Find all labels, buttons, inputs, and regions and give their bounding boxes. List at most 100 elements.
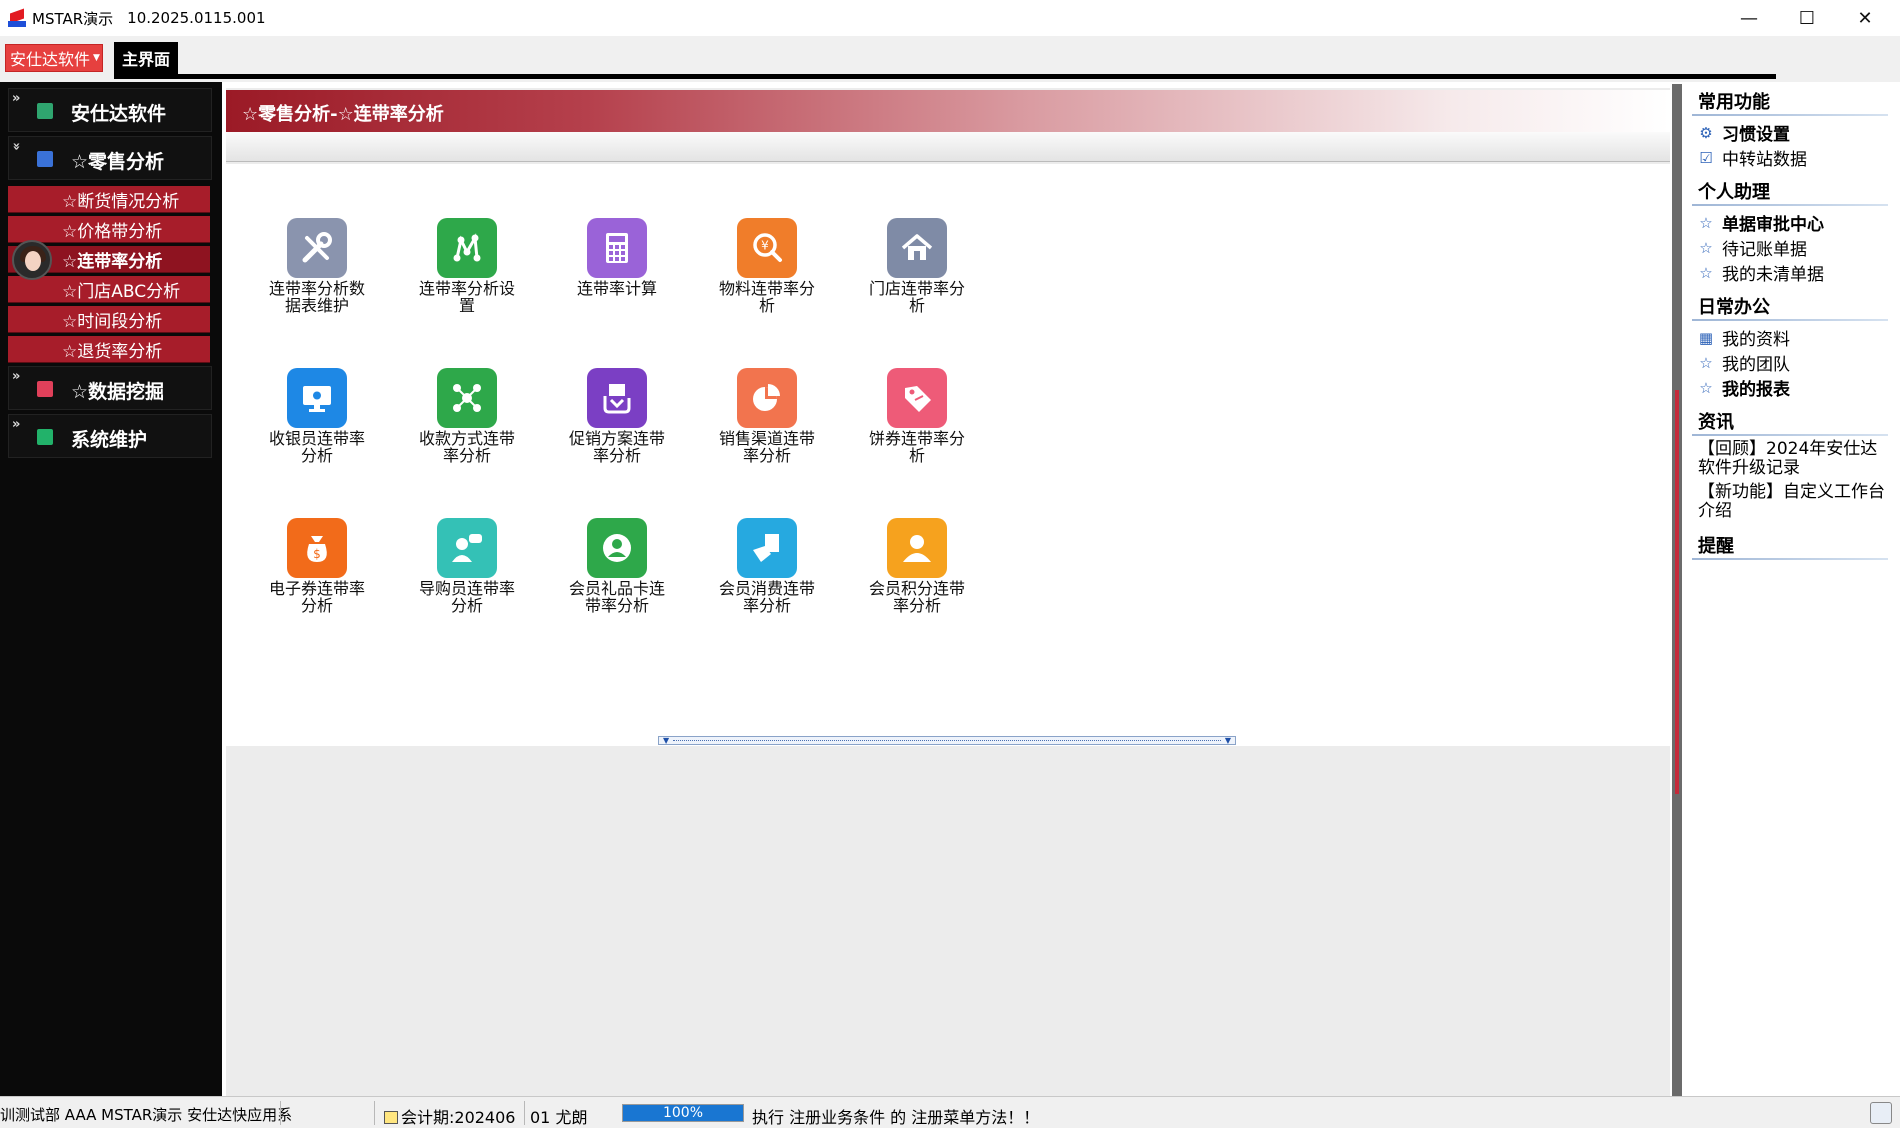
calendar-icon: ▦ bbox=[1698, 328, 1714, 347]
sidebar-item-return-rate[interactable]: ☆退货率分析 bbox=[8, 336, 210, 363]
sidebar-item-store-abc[interactable]: ☆门店ABC分析 bbox=[8, 276, 210, 303]
tile-label: 连带率计算 bbox=[576, 279, 657, 298]
svg-text:$: $ bbox=[313, 547, 321, 561]
network-icon bbox=[437, 218, 497, 278]
tile-store-attach[interactable]: 门店连带率分析 bbox=[862, 218, 972, 328]
news-item[interactable]: 【回顾】2024年安仕达软件升级记录 bbox=[1698, 440, 1888, 478]
divider bbox=[1692, 114, 1888, 116]
tile-promotion-attach[interactable]: 促销方案连带率分析 bbox=[562, 368, 672, 478]
status-user: 01 尤朗 bbox=[530, 1108, 588, 1127]
divider bbox=[1692, 558, 1888, 560]
scroll-track[interactable] bbox=[673, 740, 1221, 741]
tile-member-points-attach[interactable]: 会员积分连带率分析 bbox=[862, 518, 972, 628]
status-message: 执行 注册业务条件 的 注册菜单方法！！ bbox=[752, 1108, 1040, 1127]
link-my-reports[interactable]: ☆ 我的报表 bbox=[1698, 375, 1790, 401]
link-my-team[interactable]: ☆ 我的团队 bbox=[1698, 350, 1790, 376]
sidebar-group-data-mining[interactable]: » ☆数据挖掘 bbox=[8, 366, 212, 410]
tile-ecoupon-attach[interactable]: $ 电子券连带率分析 bbox=[262, 518, 372, 628]
link-label: 我的报表 bbox=[1722, 380, 1790, 400]
tile-cashier-attach[interactable]: 收银员连带率分析 bbox=[262, 368, 372, 478]
yuan-search-icon: ¥ bbox=[737, 218, 797, 278]
tile-material-attach[interactable]: ¥ 物料连带率分析 bbox=[712, 218, 822, 328]
link-my-profile[interactable]: ▦ 我的资料 bbox=[1698, 325, 1790, 351]
divider bbox=[1692, 204, 1888, 206]
status-period: 会计期:202406 bbox=[384, 1104, 515, 1128]
assistant-avatar[interactable] bbox=[12, 240, 52, 280]
sidebar-group-retail-analysis[interactable]: » ☆零售分析 bbox=[8, 136, 212, 180]
tile-channel-attach[interactable]: 销售渠道连带率分析 bbox=[712, 368, 822, 478]
link-habit-settings[interactable]: ⚙ 习惯设置 bbox=[1698, 120, 1790, 146]
link-approval-center[interactable]: ☆ 单据审批中心 bbox=[1698, 210, 1824, 236]
scroll-right-icon[interactable]: ▼ bbox=[1225, 736, 1231, 745]
tile-attach-settings[interactable]: 连带率分析设置 bbox=[412, 218, 522, 328]
tab-strip-divider bbox=[114, 74, 1776, 79]
mining-icon bbox=[37, 381, 53, 397]
star-icon: ☆ bbox=[1699, 378, 1713, 397]
tile-attach-table-maintenance[interactable]: 连带率分析数据表维护 bbox=[262, 218, 372, 328]
panel-splitter[interactable] bbox=[1672, 84, 1682, 1096]
minimize-button[interactable]: — bbox=[1720, 0, 1778, 36]
link-gear-icon: ⚙ bbox=[1699, 123, 1713, 142]
tile-label: 收款方式连带率分析 bbox=[418, 429, 515, 465]
maximize-button[interactable]: ☐ bbox=[1778, 0, 1836, 36]
star-icon: ☆ bbox=[1699, 213, 1713, 232]
tag-icon bbox=[887, 368, 947, 428]
company-menu-button[interactable]: 安仕达软件 ▼ bbox=[5, 44, 103, 72]
hand-cash-icon bbox=[587, 368, 647, 428]
status-bar: 训测试部 AAA MSTAR演示 安仕达快应用系 会计期:202406 01 尤… bbox=[0, 1096, 1900, 1128]
recycle-icon[interactable] bbox=[1870, 1102, 1892, 1124]
splitter-handle[interactable] bbox=[1675, 390, 1679, 794]
tile-guide-attach[interactable]: 导购员连带率分析 bbox=[412, 518, 522, 628]
window-version: 10.2025.0115.001 bbox=[127, 9, 266, 27]
sidebar-item-time-period[interactable]: ☆时间段分析 bbox=[8, 306, 210, 333]
news-item[interactable]: 【新功能】自定义工作台介绍 bbox=[1698, 483, 1888, 521]
sidebar-group-label: 安仕达软件 bbox=[71, 103, 167, 125]
link-label: 我的资料 bbox=[1722, 330, 1790, 350]
tile-label: 导购员连带率分析 bbox=[418, 579, 515, 615]
expand-icon: » bbox=[12, 91, 21, 106]
tile-label: 销售渠道连带率分析 bbox=[718, 429, 815, 465]
divider bbox=[374, 1101, 375, 1125]
sidebar-group-system[interactable]: » 系统维护 bbox=[8, 414, 212, 458]
tile-label: 会员消费连带率分析 bbox=[718, 579, 815, 615]
tile-payment-attach[interactable]: 收款方式连带率分析 bbox=[412, 368, 522, 478]
tile-label: 连带率分析设置 bbox=[418, 279, 515, 315]
app-icon bbox=[37, 103, 53, 119]
close-button[interactable]: ✕ bbox=[1836, 0, 1894, 36]
progress-label: 100% bbox=[662, 1105, 704, 1121]
money-bag-icon: $ bbox=[287, 518, 347, 578]
title-bar: MSTAR演示 10.2025.0115.001 — ☐ ✕ bbox=[0, 0, 1900, 36]
company-menu-label: 安仕达软件 bbox=[10, 50, 91, 69]
page-title: ☆零售分析-☆连带率分析 bbox=[242, 104, 444, 125]
section-title-common: 常用功能 bbox=[1698, 92, 1770, 113]
collapse-icon: » bbox=[8, 142, 24, 151]
tile-label: 电子券连带率分析 bbox=[268, 579, 365, 615]
calendar-icon bbox=[384, 1111, 398, 1124]
member-spend-icon bbox=[737, 518, 797, 578]
tile-coupon-attach[interactable]: 饼券连带率分析 bbox=[862, 368, 972, 478]
store-icon bbox=[887, 218, 947, 278]
tile-attach-calculate[interactable]: 连带率计算 bbox=[562, 218, 672, 328]
member-points-icon bbox=[887, 518, 947, 578]
tab-main[interactable]: 主界面 bbox=[114, 42, 178, 74]
section-title-news: 资讯 bbox=[1698, 412, 1734, 433]
link-open-documents[interactable]: ☆ 我的未清单据 bbox=[1698, 260, 1824, 286]
tile-member-spend-attach[interactable]: 会员消费连带率分析 bbox=[712, 518, 822, 628]
sidebar-item-stockout[interactable]: ☆断货情况分析 bbox=[8, 186, 210, 213]
link-transfer-data[interactable]: ☑ 中转站数据 bbox=[1698, 145, 1807, 171]
tile-member-giftcard-attach[interactable]: 会员礼品卡连带率分析 bbox=[562, 518, 672, 628]
page-header: ☆零售分析-☆连带率分析 bbox=[226, 90, 1670, 132]
link-pending-bookkeeping[interactable]: ☆ 待记账单据 bbox=[1698, 235, 1807, 261]
sidebar-group-anshida[interactable]: » 安仕达软件 bbox=[8, 88, 212, 132]
toolbar: 安仕达软件 ▼ 主界面 bbox=[0, 36, 1900, 82]
sidebar-group-label: 系统维护 bbox=[71, 429, 148, 451]
pie-icon bbox=[737, 368, 797, 428]
status-org-text: 训测试部 AAA MSTAR演示 安仕达快应用系 bbox=[0, 1106, 293, 1124]
scroll-left-icon[interactable]: ▼ bbox=[663, 736, 669, 745]
sub-toolbar bbox=[226, 132, 1670, 162]
expand-icon: » bbox=[12, 417, 21, 432]
tools-icon bbox=[287, 218, 347, 278]
horizontal-scrollbar[interactable]: ▼ ▼ bbox=[658, 736, 1236, 745]
star-icon: ☆ bbox=[1699, 353, 1713, 372]
sidebar-item-price-band[interactable]: ☆价格带分析 bbox=[8, 216, 210, 243]
